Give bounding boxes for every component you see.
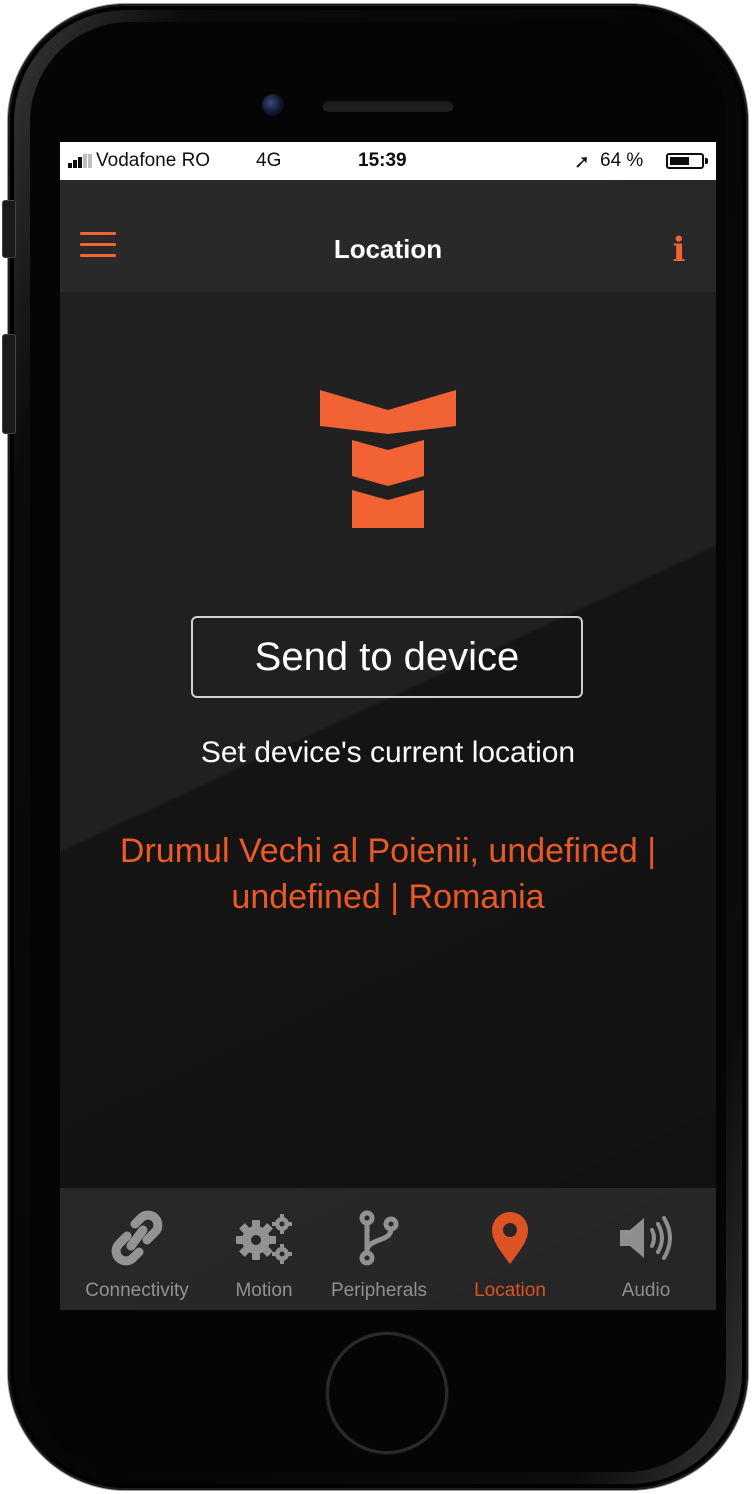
logo-top-band [320, 390, 456, 434]
device-mockup: Vodafone RO 4G 15:39 ➚ 64 % Location i S… [0, 0, 753, 1494]
battery-percent: 64 % [600, 150, 644, 171]
logo-bottom-band [352, 490, 424, 528]
bottom-tab-bar: Connectivity Motion Peripherals Location… [60, 1188, 716, 1310]
tab-label-peripherals: Peripherals [330, 1280, 428, 1301]
front-camera [262, 94, 284, 116]
current-address: Drumul Vechi al Poienii, undefined | und… [119, 832, 657, 916]
page-title: Location [333, 234, 443, 264]
branch-icon [359, 1210, 399, 1266]
tab-connectivity[interactable]: Connectivity [60, 1188, 214, 1310]
gears-icon [236, 1214, 292, 1264]
tab-label-connectivity: Connectivity [85, 1280, 189, 1301]
app-screen: Vodafone RO 4G 15:39 ➚ 64 % Location i S… [60, 142, 716, 1310]
carrier-name: Vodafone RO [96, 150, 211, 171]
tab-peripherals[interactable]: Peripherals [314, 1188, 444, 1310]
screen-glare [60, 142, 716, 1310]
logo-middle-band [352, 440, 424, 486]
battery-level [670, 157, 689, 165]
tab-motion[interactable]: Motion [214, 1188, 314, 1310]
battery-cap [705, 158, 708, 164]
send-to-device-button[interactable]: Send to device [191, 616, 583, 698]
map-pin-icon [492, 1212, 528, 1264]
battery-icon [666, 153, 704, 169]
tab-label-location: Location [474, 1280, 546, 1301]
location-arrow-icon: ➚ [574, 152, 590, 173]
tab-label-audio: Audio [621, 1280, 671, 1301]
info-icon[interactable]: i [664, 230, 694, 270]
home-button[interactable] [326, 1332, 448, 1454]
tab-label-motion: Motion [235, 1280, 293, 1301]
status-bar: Vodafone RO 4G 15:39 ➚ 64 % [60, 142, 716, 180]
speaker-icon [620, 1216, 672, 1260]
brand-logo [320, 390, 456, 528]
volume-button [2, 334, 16, 434]
location-hint: Set device's current location [200, 736, 576, 769]
network-type: 4G [256, 150, 282, 171]
status-time: 15:39 [358, 150, 407, 171]
app-header: Location i [60, 180, 716, 292]
link-icon [111, 1210, 163, 1266]
earpiece-speaker [322, 100, 454, 112]
mute-switch [2, 200, 16, 258]
tab-audio[interactable]: Audio [576, 1188, 716, 1310]
tab-location[interactable]: Location [444, 1188, 576, 1310]
signal-strength-icon [68, 154, 94, 168]
